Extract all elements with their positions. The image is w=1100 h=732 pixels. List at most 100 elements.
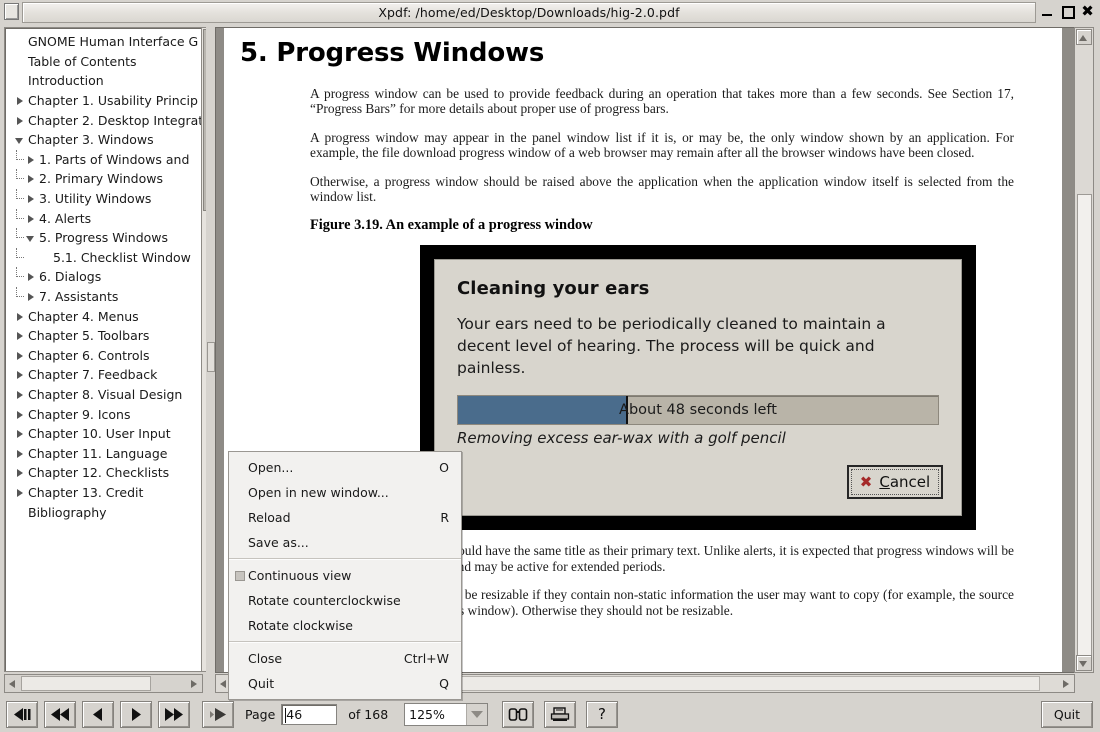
- outline-item[interactable]: Bibliography: [11, 502, 205, 522]
- outline-horizontal-scrollbar[interactable]: [4, 674, 203, 693]
- xpdf-window: Xpdf: /home/ed/Desktop/Downloads/hig-2.0…: [0, 0, 1100, 732]
- scroll-left-icon[interactable]: [5, 676, 20, 691]
- window-menu-icon[interactable]: [4, 3, 19, 20]
- outline-item[interactable]: Chapter 11. Language: [11, 443, 205, 463]
- tree-guide: [11, 149, 25, 169]
- pane-splitter[interactable]: [206, 27, 215, 695]
- outline-item[interactable]: Chapter 5. Toolbars: [11, 326, 205, 346]
- back-to-start-button[interactable]: [6, 700, 38, 728]
- chevron-right-icon[interactable]: [25, 267, 37, 286]
- outline-item[interactable]: Chapter 12. Checklists: [11, 463, 205, 483]
- scroll-right-icon[interactable]: [187, 676, 202, 691]
- zoom-select[interactable]: 125%: [404, 702, 489, 726]
- page-back-10-button[interactable]: [44, 700, 76, 728]
- previous-page-button[interactable]: [82, 700, 114, 728]
- outline-item[interactable]: Chapter 2. Desktop Integrat: [11, 110, 205, 130]
- chevron-right-icon[interactable]: [25, 189, 37, 208]
- close-icon[interactable]: ✖: [1081, 4, 1094, 19]
- chevron-right-icon[interactable]: [14, 405, 26, 424]
- print-button[interactable]: [544, 700, 577, 728]
- outline-pane[interactable]: GNOME Human Interface G Table of Contents…: [4, 27, 206, 672]
- chevron-right-icon[interactable]: [14, 365, 26, 384]
- scroll-right-icon[interactable]: [1059, 676, 1074, 691]
- menu-item[interactable]: Rotate clockwise: [229, 613, 461, 638]
- outline-item-label: Chapter 2. Desktop Integrat: [28, 112, 204, 128]
- outline-tree: GNOME Human Interface G Table of Contents…: [5, 28, 205, 522]
- outline-item-label: Chapter 1. Usability Princip: [28, 93, 198, 109]
- chevron-right-icon[interactable]: [14, 307, 26, 326]
- scroll-down-icon[interactable]: [1076, 655, 1092, 671]
- chevron-right-icon[interactable]: [14, 424, 26, 443]
- chevron-right-icon[interactable]: [14, 111, 26, 130]
- outline-item-label: 4. Alerts: [39, 210, 92, 226]
- outline-item[interactable]: 2. Primary Windows: [11, 169, 205, 189]
- outline-item[interactable]: Introduction: [11, 71, 205, 91]
- maximize-icon[interactable]: [1061, 5, 1075, 19]
- chevron-right-icon[interactable]: [14, 444, 26, 463]
- context-menu[interactable]: Open... O Open in new window... Reload R Save…: [228, 451, 462, 700]
- outline-item-label: Chapter 4. Menus: [28, 308, 139, 324]
- outline-item-label: 7. Assistants: [39, 289, 119, 305]
- menu-item[interactable]: Quit Q: [229, 671, 461, 696]
- menu-item[interactable]: Continuous view: [229, 563, 461, 588]
- next-page-button[interactable]: [120, 700, 152, 728]
- document-vscroll-thumb[interactable]: [1077, 194, 1092, 666]
- about-button[interactable]: ?: [586, 700, 619, 728]
- chevron-right-icon[interactable]: [25, 150, 37, 169]
- chevron-down-icon[interactable]: [466, 703, 488, 725]
- outline-item[interactable]: Chapter 10. User Input: [11, 424, 205, 444]
- chevron-right-icon[interactable]: [14, 326, 26, 345]
- chevron-right-icon[interactable]: [14, 91, 26, 110]
- menu-item[interactable]: Open in new window...: [229, 480, 461, 505]
- figure-progress-window: Cleaning your ears Your ears need to be …: [420, 245, 976, 531]
- outline-hscroll-thumb[interactable]: [21, 676, 151, 691]
- page-forward-10-button[interactable]: [158, 700, 190, 728]
- outline-item[interactable]: Chapter 1. Usability Princip: [11, 91, 205, 111]
- menu-item-label: Close: [248, 651, 283, 666]
- document-vertical-scrollbar[interactable]: [1074, 27, 1094, 673]
- outline-item[interactable]: 1. Parts of Windows and: [11, 149, 205, 170]
- chevron-right-icon[interactable]: [14, 483, 26, 502]
- figure-progress-bar: About 48 seconds left: [457, 395, 939, 426]
- menu-item[interactable]: Open... O: [229, 455, 461, 480]
- splitter-grip[interactable]: [207, 342, 215, 372]
- outline-item[interactable]: 4. Alerts: [11, 208, 205, 228]
- chevron-right-icon[interactable]: [14, 463, 26, 482]
- page-title: 5. Progress Windows: [240, 38, 545, 68]
- chevron-right-icon[interactable]: [25, 287, 37, 306]
- chevron-down-icon[interactable]: [14, 130, 26, 149]
- outline-item-label: 6. Dialogs: [39, 269, 102, 285]
- find-button[interactable]: [502, 700, 535, 728]
- forward-history-button[interactable]: [202, 700, 234, 728]
- outline-item[interactable]: 3. Utility Windows: [11, 189, 205, 209]
- outline-item[interactable]: 6. Dialogs: [11, 267, 205, 287]
- outline-item[interactable]: Table of Contents: [11, 52, 205, 72]
- quit-button[interactable]: Quit: [1041, 701, 1093, 728]
- chevron-right-icon[interactable]: [14, 385, 26, 404]
- outline-item[interactable]: Chapter 8. Visual Design: [11, 385, 205, 405]
- menu-item[interactable]: Rotate counterclockwise: [229, 588, 461, 613]
- outline-item[interactable]: GNOME Human Interface G: [11, 32, 205, 52]
- menu-item[interactable]: Reload R: [229, 505, 461, 530]
- outline-item[interactable]: 5.1. Checklist Window: [11, 247, 205, 268]
- checkbox-icon[interactable]: [235, 570, 245, 581]
- chevron-right-icon[interactable]: [25, 209, 37, 228]
- page-input[interactable]: 46: [281, 703, 338, 725]
- outline-item[interactable]: Chapter 4. Menus: [11, 306, 205, 326]
- scroll-up-icon[interactable]: [1076, 29, 1092, 45]
- outline-item[interactable]: Chapter 6. Controls: [11, 346, 205, 366]
- outline-item[interactable]: 5. Progress Windows: [11, 228, 205, 248]
- outline-item[interactable]: Chapter 3. Windows: [11, 130, 205, 150]
- menu-item[interactable]: Close Ctrl+W: [229, 646, 461, 671]
- chevron-down-icon[interactable]: [25, 228, 37, 247]
- outline-item-label: Chapter 10. User Input: [28, 426, 171, 442]
- menu-item[interactable]: Save as...: [229, 530, 461, 555]
- outline-item[interactable]: Chapter 13. Credit: [11, 483, 205, 503]
- minimize-icon[interactable]: [1041, 5, 1054, 18]
- menu-item-label: Rotate counterclockwise: [248, 593, 401, 608]
- outline-item[interactable]: Chapter 9. Icons: [11, 404, 205, 424]
- outline-item[interactable]: 7. Assistants: [11, 287, 205, 307]
- chevron-right-icon[interactable]: [14, 346, 26, 365]
- outline-item[interactable]: Chapter 7. Feedback: [11, 365, 205, 385]
- chevron-right-icon[interactable]: [25, 169, 37, 188]
